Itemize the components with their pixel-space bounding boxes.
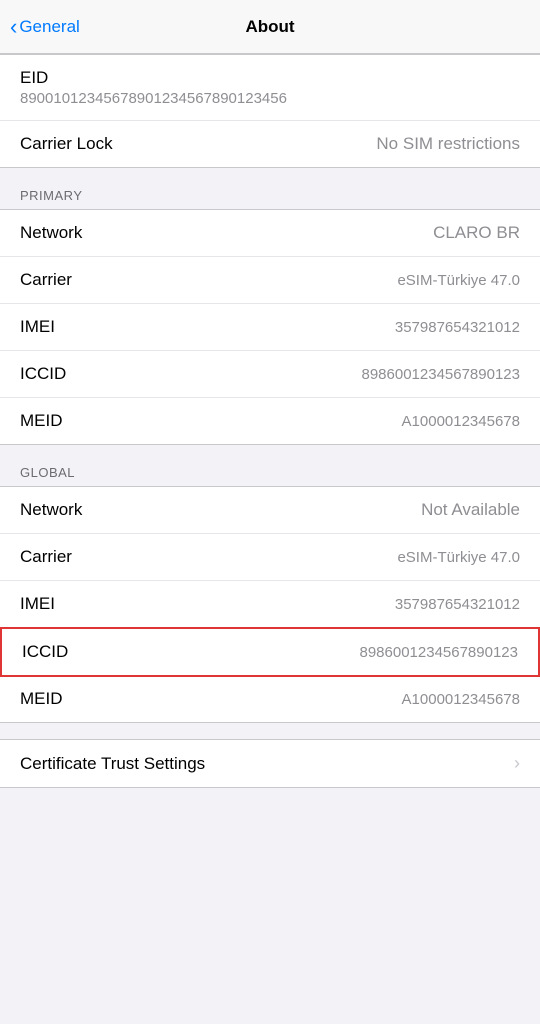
primary-iccid-row: ICCID 8986001234567890123	[0, 351, 540, 398]
certificate-trust-label: Certificate Trust Settings	[20, 754, 205, 774]
back-chevron-icon: ‹	[10, 16, 17, 38]
global-carrier-value: eSIM-Türkiye 47.0	[397, 549, 520, 566]
global-meid-value: A1000012345678	[402, 691, 520, 708]
primary-iccid-value: 8986001234567890123	[361, 366, 520, 383]
global-iccid-row: ICCID 8986001234567890123	[0, 627, 540, 677]
global-iccid-label: ICCID	[22, 642, 68, 662]
primary-imei-label: IMEI	[20, 317, 55, 337]
global-imei-value: 357987654321012	[395, 596, 520, 613]
carrier-lock-value: No SIM restrictions	[376, 134, 520, 154]
global-meid-label: MEID	[20, 689, 63, 709]
navigation-bar: ‹ General About	[0, 0, 540, 54]
global-carrier-label: Carrier	[20, 547, 72, 567]
back-button[interactable]: ‹ General	[10, 16, 80, 38]
chevron-right-icon: ›	[514, 753, 520, 774]
primary-meid-value: A1000012345678	[402, 413, 520, 430]
eid-row: EID 89001012345678901234567890123456	[0, 55, 540, 121]
primary-carrier-label: Carrier	[20, 270, 72, 290]
carrier-lock-row: Carrier Lock No SIM restrictions	[0, 121, 540, 167]
primary-imei-row: IMEI 357987654321012	[0, 304, 540, 351]
primary-meid-label: MEID	[20, 411, 63, 431]
page-title: About	[245, 17, 294, 37]
eid-value: 89001012345678901234567890123456	[20, 90, 287, 107]
global-network-row: Network Not Available	[0, 487, 540, 534]
carrier-lock-label: Carrier Lock	[20, 134, 113, 154]
primary-section-header: PRIMARY	[0, 168, 540, 209]
global-section-header: GLOBAL	[0, 445, 540, 486]
global-imei-row: IMEI 357987654321012	[0, 581, 540, 628]
global-meid-row: MEID A1000012345678	[0, 676, 540, 722]
primary-imei-value: 357987654321012	[395, 319, 520, 336]
primary-network-value: CLARO BR	[433, 223, 520, 243]
global-network-value: Not Available	[421, 500, 520, 520]
global-imei-label: IMEI	[20, 594, 55, 614]
global-carrier-row: Carrier eSIM-Türkiye 47.0	[0, 534, 540, 581]
primary-carrier-row: Carrier eSIM-Türkiye 47.0	[0, 257, 540, 304]
primary-group: Network CLARO BR Carrier eSIM-Türkiye 47…	[0, 209, 540, 445]
certificate-trust-row[interactable]: Certificate Trust Settings ›	[0, 739, 540, 788]
primary-meid-row: MEID A1000012345678	[0, 398, 540, 444]
eid-label: EID	[20, 68, 48, 88]
global-group: Network Not Available Carrier eSIM-Türki…	[0, 486, 540, 723]
primary-network-row: Network CLARO BR	[0, 210, 540, 257]
global-network-label: Network	[20, 500, 82, 520]
primary-carrier-value: eSIM-Türkiye 47.0	[397, 272, 520, 289]
back-label: General	[19, 17, 79, 37]
primary-iccid-label: ICCID	[20, 364, 66, 384]
global-iccid-value: 8986001234567890123	[359, 644, 518, 661]
top-info-group: EID 89001012345678901234567890123456 Car…	[0, 54, 540, 168]
primary-network-label: Network	[20, 223, 82, 243]
